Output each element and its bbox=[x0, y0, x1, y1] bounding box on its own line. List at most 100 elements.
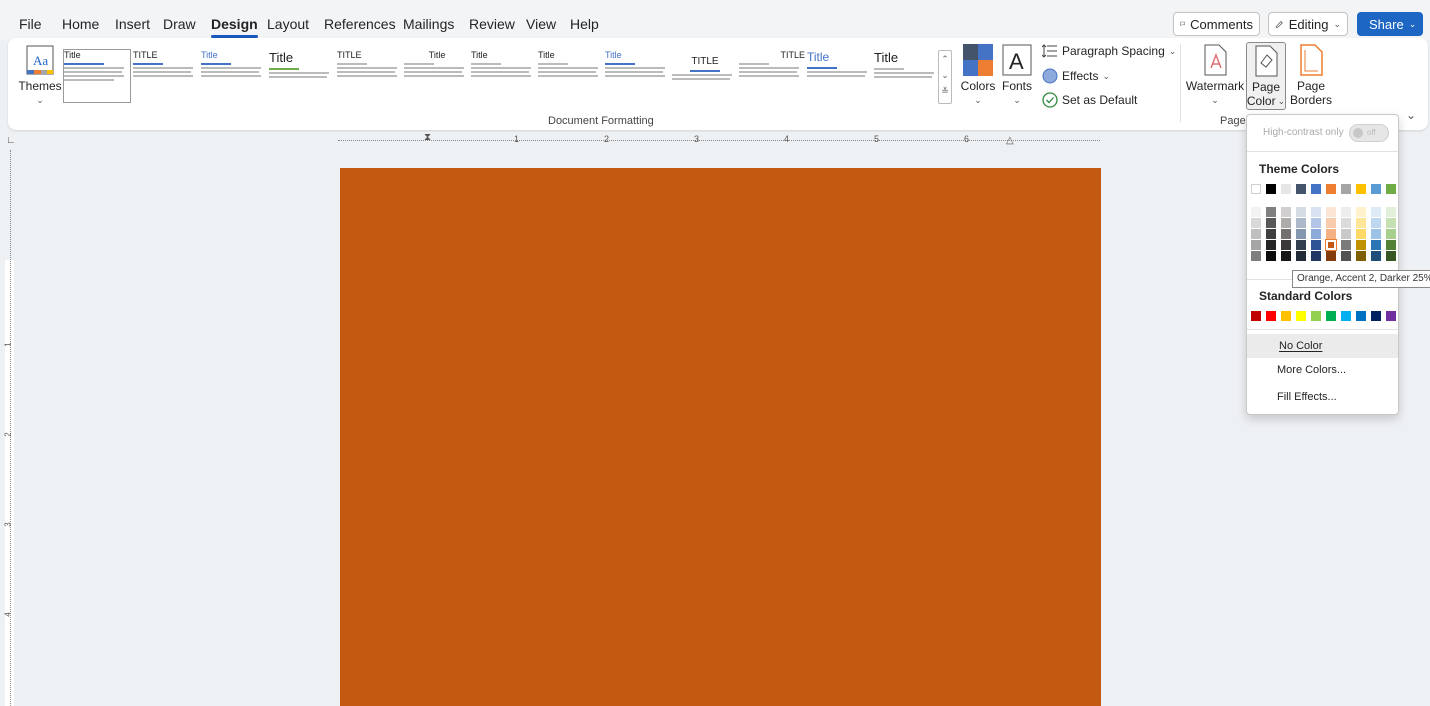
menu-insert[interactable]: Insert bbox=[115, 16, 150, 32]
theme-color-swatch[interactable] bbox=[1266, 184, 1276, 194]
standard-color-swatch[interactable] bbox=[1341, 311, 1351, 321]
style-set-thumbnail[interactable]: Title bbox=[404, 50, 470, 102]
theme-color-swatch[interactable] bbox=[1371, 184, 1381, 194]
theme-shade-swatch[interactable] bbox=[1371, 207, 1381, 217]
theme-shade-swatch[interactable] bbox=[1296, 240, 1306, 250]
theme-shade-swatch[interactable] bbox=[1341, 229, 1351, 239]
theme-shade-swatch[interactable] bbox=[1281, 207, 1291, 217]
style-set-thumbnail[interactable]: Title bbox=[269, 50, 335, 102]
menu-draw[interactable]: Draw bbox=[163, 16, 196, 32]
tab-selector-icon[interactable]: ∟ bbox=[6, 135, 16, 146]
theme-color-swatch[interactable] bbox=[1296, 184, 1306, 194]
theme-shade-swatch[interactable] bbox=[1296, 251, 1306, 261]
menu-help[interactable]: Help bbox=[570, 16, 599, 32]
indent-marker-icon[interactable]: ⧗ bbox=[424, 132, 431, 143]
document-page[interactable] bbox=[340, 168, 1101, 706]
theme-shade-swatch[interactable] bbox=[1356, 218, 1366, 228]
theme-shade-swatch[interactable] bbox=[1371, 218, 1381, 228]
theme-shade-swatch[interactable] bbox=[1386, 240, 1396, 250]
theme-shade-swatch[interactable] bbox=[1311, 251, 1321, 261]
style-set-thumbnail[interactable]: Title bbox=[605, 50, 671, 102]
theme-shade-swatch[interactable] bbox=[1296, 207, 1306, 217]
style-set-thumbnail[interactable]: Title bbox=[201, 50, 267, 102]
theme-shade-swatch[interactable] bbox=[1326, 207, 1336, 217]
menu-references[interactable]: References bbox=[324, 16, 396, 32]
gallery-scrollbar[interactable]: ⌃ ⌄ ≚ bbox=[938, 50, 952, 104]
theme-shade-swatch[interactable] bbox=[1356, 207, 1366, 217]
standard-color-swatch[interactable] bbox=[1356, 311, 1366, 321]
horizontal-ruler[interactable]: ⧗ 1 2 3 4 5 6 △ bbox=[338, 132, 1100, 150]
theme-shade-swatch[interactable] bbox=[1266, 251, 1276, 261]
theme-shade-swatch[interactable] bbox=[1251, 251, 1261, 261]
menu-mailings[interactable]: Mailings bbox=[403, 16, 454, 32]
theme-shade-swatch[interactable] bbox=[1356, 240, 1366, 250]
style-set-thumbnail[interactable]: TITLE bbox=[672, 50, 738, 102]
no-color-item[interactable]: No Color bbox=[1247, 334, 1398, 358]
theme-shade-swatch[interactable] bbox=[1296, 218, 1306, 228]
theme-shade-swatch[interactable] bbox=[1311, 240, 1321, 250]
style-set-thumbnail[interactable]: TITLE bbox=[337, 50, 403, 102]
theme-shade-swatch[interactable] bbox=[1341, 207, 1351, 217]
theme-shade-swatch[interactable] bbox=[1251, 229, 1261, 239]
standard-color-swatch[interactable] bbox=[1311, 311, 1321, 321]
theme-color-swatch[interactable] bbox=[1311, 184, 1321, 194]
theme-shade-swatch[interactable] bbox=[1386, 251, 1396, 261]
colors-button[interactable]: Colors ⌄ bbox=[958, 44, 998, 107]
style-set-thumbnail[interactable]: TITLE bbox=[133, 50, 199, 102]
theme-shade-swatch[interactable] bbox=[1386, 207, 1396, 217]
theme-color-swatch[interactable] bbox=[1341, 184, 1351, 194]
menu-view[interactable]: View bbox=[526, 16, 556, 32]
theme-shade-swatch[interactable] bbox=[1281, 251, 1291, 261]
right-indent-marker-icon[interactable]: △ bbox=[1006, 135, 1014, 146]
set-as-default-button[interactable]: Set as Default bbox=[1042, 92, 1137, 108]
vertical-ruler[interactable]: 1 2 3 4 bbox=[0, 150, 22, 706]
menu-home[interactable]: Home bbox=[62, 16, 99, 32]
menu-layout[interactable]: Layout bbox=[267, 16, 309, 32]
standard-color-swatch[interactable] bbox=[1386, 311, 1396, 321]
style-set-thumbnail[interactable]: Title bbox=[471, 50, 537, 102]
high-contrast-toggle[interactable]: off bbox=[1349, 124, 1389, 142]
standard-color-swatch[interactable] bbox=[1326, 311, 1336, 321]
standard-color-swatch[interactable] bbox=[1281, 311, 1291, 321]
theme-shade-swatch[interactable] bbox=[1341, 240, 1351, 250]
style-set-thumbnail[interactable]: TITLE bbox=[739, 50, 805, 102]
fonts-button[interactable]: A Fonts ⌄ bbox=[998, 44, 1036, 107]
collapse-ribbon-icon[interactable]: ⌄ bbox=[1406, 108, 1416, 122]
standard-color-swatch[interactable] bbox=[1371, 311, 1381, 321]
menu-review[interactable]: Review bbox=[469, 16, 515, 32]
theme-shade-swatch[interactable] bbox=[1266, 240, 1276, 250]
theme-shade-swatch[interactable] bbox=[1281, 218, 1291, 228]
theme-shade-swatch[interactable] bbox=[1266, 229, 1276, 239]
effects-button[interactable]: Effects ⌄ bbox=[1042, 68, 1110, 84]
theme-shade-swatch[interactable] bbox=[1266, 207, 1276, 217]
theme-shade-swatch[interactable] bbox=[1296, 229, 1306, 239]
gallery-more-icon[interactable]: ≚ bbox=[939, 83, 951, 99]
theme-shade-swatch[interactable] bbox=[1341, 251, 1351, 261]
theme-color-swatch[interactable] bbox=[1386, 184, 1396, 194]
comments-button[interactable]: Comments bbox=[1173, 12, 1260, 36]
share-button[interactable]: Share ⌄ bbox=[1357, 12, 1423, 36]
scroll-down-icon[interactable]: ⌄ bbox=[939, 67, 951, 83]
page-color-button[interactable]: Page Color ⌄ bbox=[1246, 42, 1286, 110]
standard-color-swatch[interactable] bbox=[1266, 311, 1276, 321]
theme-shade-swatch[interactable] bbox=[1386, 218, 1396, 228]
more-colors-item[interactable]: More Colors... bbox=[1247, 358, 1398, 382]
theme-shade-swatch[interactable] bbox=[1356, 229, 1366, 239]
page-borders-button[interactable]: Page Borders bbox=[1290, 44, 1332, 107]
theme-shade-swatch[interactable] bbox=[1371, 240, 1381, 250]
theme-shade-swatch[interactable] bbox=[1326, 229, 1336, 239]
theme-shade-swatch[interactable] bbox=[1281, 229, 1291, 239]
theme-shade-swatch[interactable] bbox=[1251, 218, 1261, 228]
theme-color-swatch[interactable] bbox=[1251, 184, 1261, 194]
watermark-button[interactable]: Watermark ⌄ bbox=[1186, 44, 1244, 107]
theme-shade-swatch[interactable] bbox=[1371, 251, 1381, 261]
theme-shade-swatch[interactable] bbox=[1266, 218, 1276, 228]
theme-shade-swatch[interactable] bbox=[1311, 207, 1321, 217]
theme-shade-swatch[interactable] bbox=[1251, 240, 1261, 250]
theme-shade-swatch[interactable] bbox=[1356, 251, 1366, 261]
scroll-up-icon[interactable]: ⌃ bbox=[939, 51, 951, 67]
theme-shade-swatch[interactable] bbox=[1311, 218, 1321, 228]
style-set-thumbnail[interactable]: Title bbox=[874, 50, 940, 102]
standard-color-swatch[interactable] bbox=[1296, 311, 1306, 321]
standard-color-swatch[interactable] bbox=[1251, 311, 1261, 321]
